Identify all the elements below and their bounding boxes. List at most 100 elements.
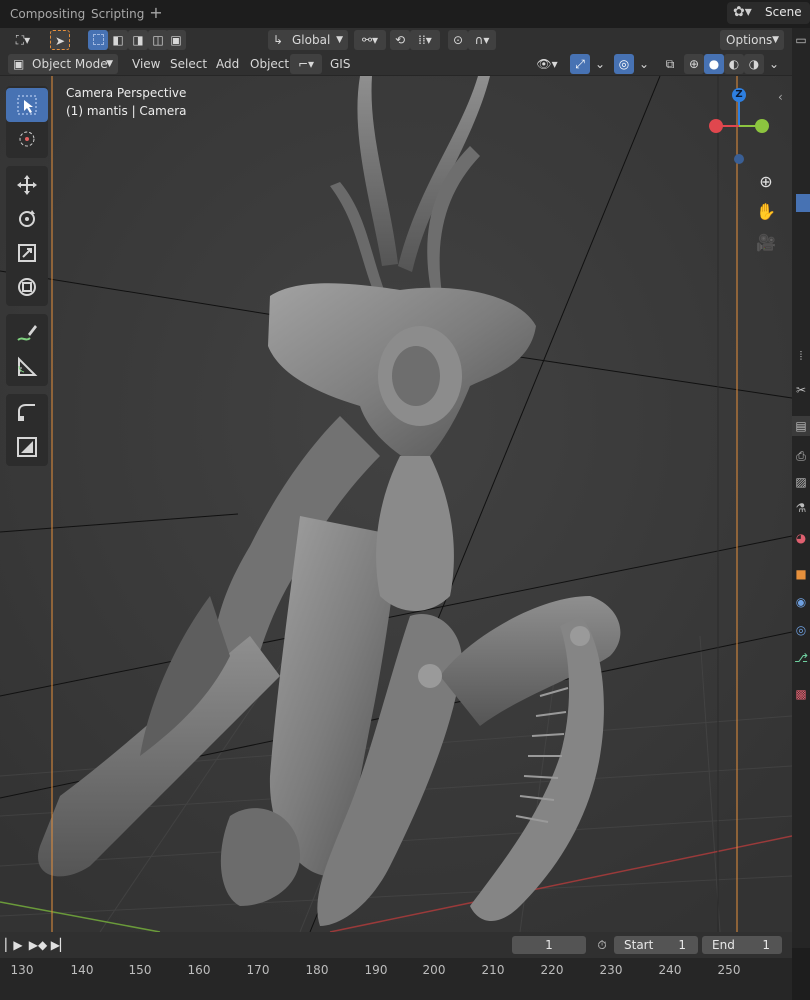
properties-menu-icon[interactable]: ⦙ bbox=[792, 346, 810, 366]
proportional-edit-icon[interactable]: ⊙ bbox=[448, 30, 468, 50]
ruler-tick-label: 140 bbox=[70, 963, 94, 977]
pivot-point-icon[interactable]: ⚯▾ bbox=[354, 30, 386, 50]
select-new-icon[interactable] bbox=[88, 30, 108, 50]
chevron-down-icon: ▼ bbox=[772, 35, 779, 45]
render-properties-icon[interactable]: ▤ bbox=[792, 416, 810, 436]
scale-icon[interactable] bbox=[6, 236, 48, 270]
select-intersect-icon[interactable]: ▣ bbox=[166, 30, 186, 50]
tab-scripting[interactable]: Scripting bbox=[83, 3, 152, 25]
editor-type-icon[interactable]: ⛶▾ bbox=[8, 30, 38, 50]
viewport-camera-title: Camera Perspective bbox=[66, 86, 187, 100]
end-value: 1 bbox=[762, 938, 770, 952]
pan-hand-icon[interactable]: ✋ bbox=[754, 200, 778, 224]
shading-curve-icon[interactable]: ⌐▾ bbox=[290, 54, 322, 74]
falloff-icon[interactable]: ∩▾ bbox=[468, 30, 496, 50]
start-frame-field[interactable]: Start 1 bbox=[614, 936, 698, 954]
chevron-down-icon[interactable]: ⌄ bbox=[764, 54, 784, 74]
ruler-tick-label: 200 bbox=[422, 963, 446, 977]
add-cube-icon[interactable] bbox=[6, 396, 48, 430]
gizmo-toggle-icon[interactable]: ⤢ bbox=[570, 54, 590, 74]
constraints-icon[interactable]: ◎ bbox=[792, 620, 810, 640]
menu-view[interactable]: View bbox=[126, 54, 166, 74]
chevron-down-icon[interactable]: ⌄ bbox=[590, 54, 610, 74]
texture-properties-icon[interactable]: ▩ bbox=[792, 684, 810, 704]
scene-icon: ✿▾ bbox=[733, 4, 752, 20]
overlays-toggle-icon[interactable]: ◎ bbox=[614, 54, 634, 74]
solid-shading-icon[interactable]: ● bbox=[704, 54, 724, 74]
active-tool-icon[interactable]: ➤ bbox=[50, 30, 70, 50]
annotate-icon[interactable] bbox=[6, 316, 48, 350]
visibility-icon[interactable]: 👁▾ bbox=[532, 54, 562, 74]
gizmo-z-axis[interactable]: Z bbox=[732, 88, 746, 102]
view-layer-icon[interactable]: ▨ bbox=[792, 472, 810, 492]
tool-group-annotate bbox=[6, 314, 48, 386]
ruler-tick-label: 220 bbox=[540, 963, 564, 977]
move-icon[interactable] bbox=[6, 168, 48, 202]
end-frame-field[interactable]: End 1 bbox=[702, 936, 782, 954]
next-keyframe-icon[interactable]: ▶◆ bbox=[28, 936, 48, 954]
output-properties-icon[interactable]: ⎙ bbox=[792, 446, 810, 466]
xray-toggle-icon[interactable]: ⧉ bbox=[660, 54, 680, 74]
select-box-icon[interactable] bbox=[6, 88, 48, 122]
add-workspace-button[interactable]: + bbox=[147, 4, 165, 24]
outliner-selection-marker bbox=[796, 194, 810, 212]
3d-viewport[interactable]: Camera Perspective (1) mantis | Camera Z… bbox=[0, 76, 792, 932]
current-frame-field[interactable]: 1 bbox=[512, 936, 586, 954]
chevron-down-icon[interactable]: ⌄ bbox=[634, 54, 654, 74]
start-label: Start bbox=[624, 938, 654, 952]
camera-view-icon[interactable]: 🎥 bbox=[754, 231, 778, 255]
cursor-icon[interactable] bbox=[6, 122, 48, 156]
material-shading-icon[interactable]: ◐ bbox=[724, 54, 744, 74]
gizmo-neg-z-axis[interactable] bbox=[734, 154, 744, 164]
menu-select[interactable]: Select bbox=[164, 54, 213, 74]
world-properties-icon[interactable]: ◕ bbox=[792, 528, 810, 548]
menu-gis[interactable]: GIS bbox=[324, 54, 356, 74]
viewport-scene bbox=[0, 76, 792, 932]
gizmo-x-axis[interactable] bbox=[709, 119, 723, 133]
select-invert-icon[interactable]: ◫ bbox=[148, 30, 168, 50]
scene-properties-icon[interactable]: ⚗ bbox=[792, 498, 810, 518]
options-label: Options bbox=[726, 33, 773, 47]
gizmo-y-axis[interactable] bbox=[755, 119, 769, 133]
select-extend-icon[interactable]: ◧ bbox=[108, 30, 128, 50]
start-value: 1 bbox=[678, 938, 686, 952]
wireframe-shading-icon[interactable]: ⊕ bbox=[684, 54, 704, 74]
play-icon[interactable]: ▶ bbox=[8, 936, 28, 954]
menu-add[interactable]: Add bbox=[210, 54, 245, 74]
chevron-down-icon: ▼ bbox=[336, 35, 343, 45]
object-properties-icon[interactable]: ■ bbox=[792, 564, 810, 584]
select-subtract-icon[interactable]: ◨ bbox=[128, 30, 148, 50]
orientation-icon: ↳ bbox=[273, 33, 284, 47]
rotate-icon[interactable] bbox=[6, 202, 48, 236]
snap-toggle-icon[interactable]: ⟲ bbox=[390, 30, 410, 50]
tool-properties-icon[interactable]: ✂ bbox=[792, 380, 810, 400]
scene-selector[interactable]: ✿▾ Scene bbox=[727, 2, 810, 24]
jump-end-icon[interactable]: ▶▏ bbox=[50, 936, 70, 954]
measure-icon[interactable] bbox=[6, 350, 48, 384]
layer-icon[interactable]: ▭ bbox=[792, 30, 810, 50]
ruler-tick-label: 180 bbox=[305, 963, 329, 977]
ruler-tick-label: 130 bbox=[10, 963, 34, 977]
zoom-icon[interactable]: ⊕ bbox=[754, 170, 778, 194]
ruler-tick-label: 160 bbox=[187, 963, 211, 977]
ruler-tick-label: 230 bbox=[599, 963, 623, 977]
end-label: End bbox=[712, 938, 735, 952]
timeline-ruler[interactable]: 130 140 150 160 170 180 190 200 210 220 … bbox=[0, 958, 792, 1000]
ruler-tick-label: 170 bbox=[246, 963, 270, 977]
menu-object[interactable]: Object bbox=[244, 54, 295, 74]
tool-group-transform bbox=[6, 166, 48, 306]
tool-group-add bbox=[6, 394, 48, 466]
camera-frame-icon[interactable] bbox=[6, 430, 48, 464]
rendered-shading-icon[interactable]: ◑ bbox=[744, 54, 764, 74]
stopwatch-icon[interactable]: ⏱ bbox=[592, 936, 612, 954]
object-data-icon[interactable]: ⎇ bbox=[792, 648, 810, 668]
snap-target-icon[interactable]: ⁞⁞▾ bbox=[410, 30, 440, 50]
chevron-down-icon: ▼ bbox=[106, 59, 113, 69]
mode-dropdown[interactable]: ▣ Object Mode ▼ bbox=[8, 54, 118, 74]
physics-properties-icon[interactable]: ◉ bbox=[792, 592, 810, 612]
tab-compositing[interactable]: Compositing bbox=[2, 3, 93, 25]
transform-icon[interactable] bbox=[6, 270, 48, 304]
sidebar-toggle-icon[interactable]: ‹ bbox=[778, 90, 783, 104]
options-dropdown[interactable]: Options ▼ bbox=[720, 30, 784, 50]
transform-orientation-dropdown[interactable]: ↳ Global ▼ bbox=[268, 30, 348, 50]
